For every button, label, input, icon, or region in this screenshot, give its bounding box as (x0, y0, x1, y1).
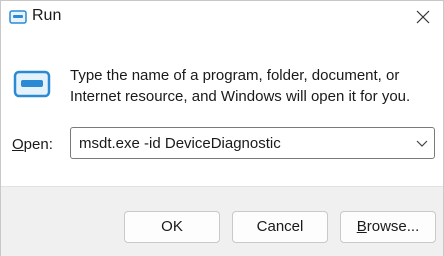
run-icon (9, 9, 27, 25)
close-icon (416, 10, 430, 24)
button-bar: OK Cancel Browse... (1, 186, 443, 256)
browse-button[interactable]: Browse... (340, 211, 436, 243)
window-title: Run (32, 7, 62, 24)
open-input[interactable]: msdt.exe -id DeviceDiagnostic (79, 135, 281, 152)
open-label-text: pen: (23, 136, 53, 153)
ok-button[interactable]: OK (124, 211, 220, 243)
open-combobox[interactable]: msdt.exe -id DeviceDiagnostic (70, 127, 435, 159)
open-label: Open: (12, 136, 53, 153)
title-bar[interactable]: Run (1, 1, 443, 35)
chevron-down-icon[interactable] (416, 138, 428, 148)
run-program-icon (13, 69, 51, 99)
open-label-mnemonic: O (12, 136, 24, 153)
cancel-button[interactable]: Cancel (232, 211, 328, 243)
dialog-description: Type the name of a program, folder, docu… (70, 67, 411, 105)
browse-mnemonic: B (356, 218, 367, 235)
run-dialog: Run Type the name of a program, folder, … (0, 0, 444, 256)
browse-label: rowse... (366, 218, 420, 235)
close-button[interactable] (405, 1, 443, 35)
